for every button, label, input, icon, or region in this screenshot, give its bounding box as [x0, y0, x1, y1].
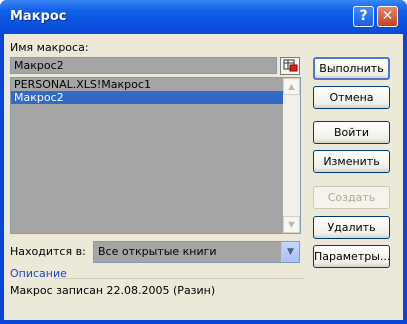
- edit-button[interactable]: Изменить: [313, 150, 390, 173]
- help-button[interactable]: ?: [353, 6, 374, 27]
- macro-name-input[interactable]: Макрос2: [10, 57, 277, 74]
- list-item[interactable]: PERSONAL.XLS!Макрос1: [11, 78, 283, 91]
- cancel-button[interactable]: Отмена: [313, 86, 390, 109]
- close-button[interactable]: ✕: [377, 6, 398, 27]
- location-select[interactable]: Все открытые книги ▼: [93, 241, 300, 263]
- location-label: Находится в:: [10, 245, 86, 258]
- collapse-dialog-button[interactable]: [280, 57, 300, 75]
- list-item-selected[interactable]: Макрос2: [11, 91, 283, 104]
- options-button[interactable]: Параметры...: [313, 245, 390, 268]
- description-text: Макрос записан 22.08.2005 (Разин): [10, 284, 216, 297]
- step-into-button[interactable]: Войти: [313, 121, 390, 144]
- macro-list[interactable]: PERSONAL.XLS!Макрос1 Макрос2 ▲ ▼: [10, 77, 301, 234]
- macro-name-label: Имя макроса:: [10, 41, 89, 54]
- title-bar[interactable]: Макрос ? ✕: [0, 0, 407, 34]
- description-divider: [54, 278, 304, 279]
- scroll-up-icon[interactable]: ▲: [283, 78, 300, 95]
- window-title: Макрос: [10, 9, 67, 24]
- scroll-down-icon[interactable]: ▼: [283, 216, 300, 233]
- macro-name-value: Макрос2: [14, 59, 64, 72]
- range-select-icon: [283, 59, 298, 72]
- location-value: Все открытые книги: [98, 245, 217, 258]
- delete-button[interactable]: Удалить: [313, 216, 390, 239]
- create-button: Создать: [313, 186, 390, 209]
- chevron-down-icon[interactable]: ▼: [281, 242, 299, 262]
- list-scrollbar[interactable]: ▲ ▼: [283, 78, 300, 233]
- run-button[interactable]: Выполнить: [313, 57, 390, 80]
